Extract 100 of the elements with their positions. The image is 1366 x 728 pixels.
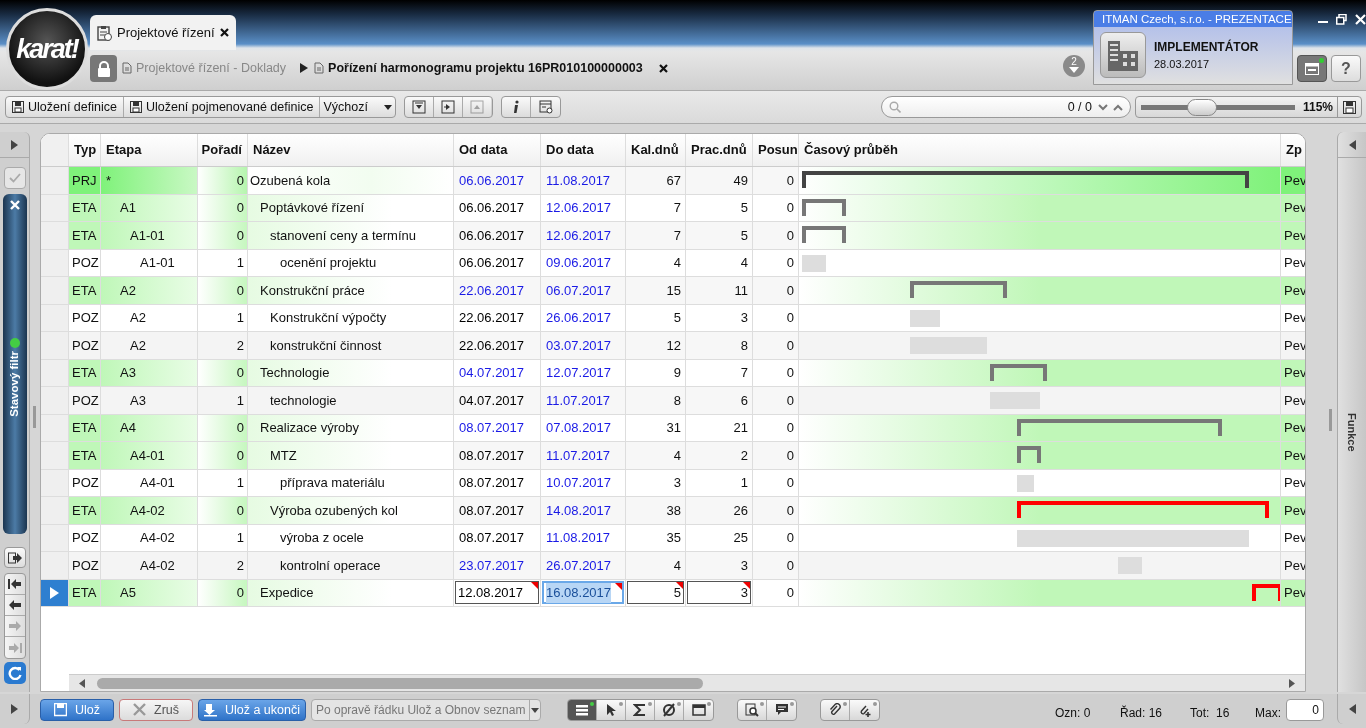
table-cell: ETA [69,359,101,386]
move-up-icon [470,100,484,114]
definition-dropdown[interactable]: Výchozí [320,97,396,117]
close-icon[interactable] [658,63,668,73]
horizontal-scrollbar[interactable] [69,674,1305,691]
table-cell: 11.07.2017 [541,442,626,469]
table-cell: 6 [686,387,753,414]
column-header[interactable]: Od data [454,134,541,166]
table-cell: 04.07.2017 [454,387,541,414]
header-corner [41,134,69,166]
table-cell: 11.08.2017 [541,167,626,194]
table-cell: 23.07.2017 [454,552,541,579]
column-header[interactable]: Pořadí [198,134,248,166]
table-cell: 8 [626,387,686,414]
table-cell: ETA [69,497,101,524]
window-icon [691,703,706,717]
expand-icon [441,100,455,114]
status-filter-panel[interactable]: Stavový filtr [2,194,27,534]
scroll-right-icon[interactable] [1289,678,1295,688]
number-field[interactable]: 5 [627,581,684,605]
table-cell: A4-01 [101,442,198,469]
table-cell: 0 [198,579,248,606]
app-tab[interactable]: Projektové řízení [90,15,236,50]
table-cell: 8 [686,332,753,359]
table-cell: 2 [198,552,248,579]
layout-button[interactable] [1297,55,1327,82]
table-cell: Realizace výroby [248,414,454,441]
view-button[interactable] [568,700,597,720]
refresh-button[interactable] [3,662,26,684]
number-field[interactable]: 3 [687,581,751,605]
breadcrumb-link[interactable]: Pořízení harmonogramu projektu 16PR010100000003 [328,59,643,78]
table-cell: 0 [198,497,248,524]
help-button[interactable]: ? [1331,55,1361,82]
close-icon[interactable] [219,28,229,37]
down-arrow-icon [1069,67,1079,73]
table-cell: 3 [686,552,753,579]
left-arrow-icon[interactable] [7,599,22,611]
table-cell: 06.06.2017 [454,167,541,194]
company-panel[interactable]: ITMAN Czech, s.r.o. - PREZENTACE IMPLEMENTÁTOR 28.03.2017 [1093,10,1293,85]
date-field[interactable]: 16.08.2017 [542,581,624,605]
table-cell: 22.06.2017 [454,277,541,304]
table-cell: 38 [626,497,686,524]
table-cell: Technologie [248,359,454,386]
save-icon [54,703,67,717]
column-header[interactable]: Název [248,134,454,166]
table-cell: 0 [198,167,248,194]
column-header[interactable]: Typ [69,134,101,166]
scroll-thumb[interactable] [97,677,703,689]
row-indicator[interactable] [41,579,69,606]
toolbar-button[interactable]: Uložení definice [6,97,124,117]
date-field[interactable]: 12.08.2017 [455,581,539,605]
table-cell: 15 [626,277,686,304]
column-header[interactable]: Etapa [101,134,198,166]
column-header[interactable]: Časový průběh [799,134,1281,166]
mode-dropdown[interactable]: Po opravě řádku Ulož a Obnov seznam [311,699,541,721]
restore-icon[interactable] [1336,14,1347,25]
column-header[interactable]: Do data [541,134,626,166]
status-text: Ozn: 0 [1055,705,1091,722]
column-header[interactable]: Zp [1281,134,1305,166]
table-cell: POZ [69,387,101,414]
table-cell: Konstrukční práce [248,277,454,304]
table-cell: 0 [753,332,799,359]
max-label: Max: [1255,705,1281,722]
chevron-up-icon[interactable] [1113,103,1123,111]
scroll-left-icon[interactable] [79,678,85,688]
column-header[interactable]: Prac.dnů [686,134,753,166]
check-button[interactable] [3,167,26,189]
action-button[interactable]: Zruš [119,699,193,721]
table-cell: technologie [248,387,454,414]
table-cell: 0 [198,414,248,441]
table-cell: 5 [686,222,753,249]
column-header[interactable]: Kal.dnů [626,134,686,166]
check-icon [8,173,21,183]
table-cell: kontrolní operace [248,552,454,579]
chevron-down-icon[interactable] [1098,103,1108,111]
zoom-reading: 115% [1303,99,1334,116]
max-field[interactable]: 0 [1286,699,1324,721]
save-icon [1343,100,1356,114]
slider-thumb[interactable] [1186,98,1217,116]
search-field[interactable]: 0 / 0 [881,96,1131,118]
save-icon [12,101,24,113]
table-cell: ETA [69,222,101,249]
exit-button[interactable] [3,547,26,568]
company-name: ITMAN Czech, s.r.o. - PREZENTACE [1094,11,1292,27]
lock-button[interactable] [90,55,117,82]
refresh-icon [7,666,22,680]
table-cell: 0 [753,167,799,194]
play-icon [11,704,18,714]
collapse-left-icon[interactable] [1348,139,1356,150]
clipboard-icon [96,24,112,41]
status-text: Tot: 16 [1190,705,1230,722]
toolbar-button[interactable]: Uložení pojmenované definice [123,97,321,117]
table-cell: 08.07.2017 [454,442,541,469]
building-drawing [1106,39,1140,71]
table-cell: A1-01 [101,222,198,249]
column-header[interactable]: Posun [753,134,799,166]
functions-panel[interactable]: Funkce [1337,132,1366,692]
first-icon[interactable] [7,578,22,590]
action-button[interactable]: Ulož a ukonči [198,699,306,721]
table-cell: 11 [686,277,753,304]
